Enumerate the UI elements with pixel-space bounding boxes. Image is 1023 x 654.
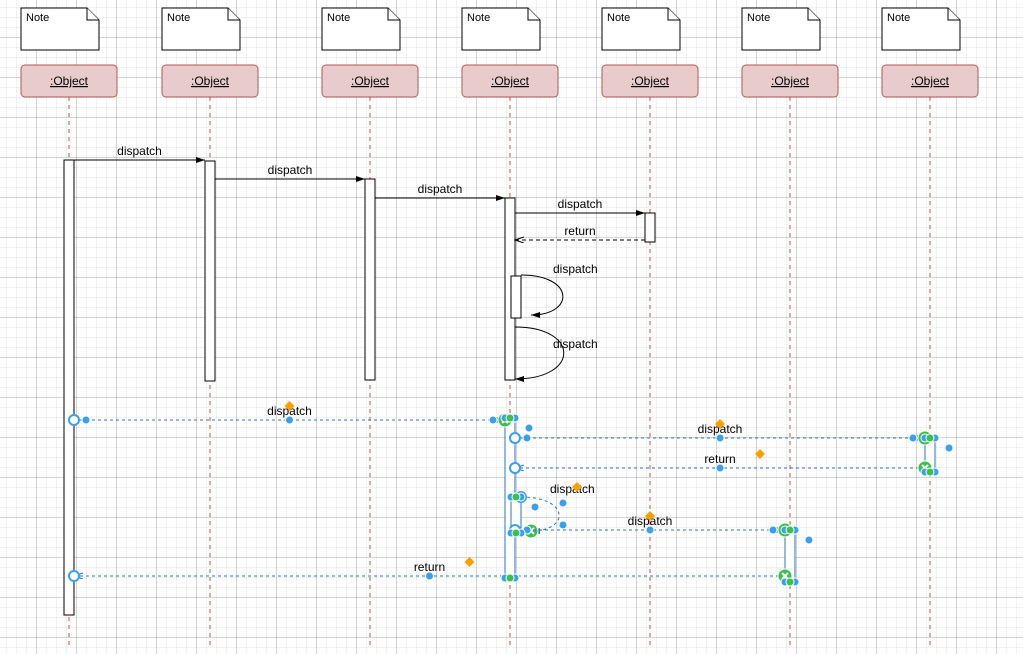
- endpoint-circle[interactable]: [69, 571, 79, 581]
- waypoint-diamond[interactable]: [465, 557, 475, 567]
- selection-handle[interactable]: [506, 574, 514, 582]
- activation-bar[interactable]: [511, 276, 521, 318]
- selection-handle[interactable]: [769, 526, 777, 534]
- object-label: :Object: [771, 74, 810, 88]
- message-label: dispatch: [418, 182, 463, 196]
- endpoint-circle[interactable]: [510, 463, 520, 473]
- selection-handle[interactable]: [945, 444, 953, 452]
- selection-handle[interactable]: [525, 424, 533, 432]
- activation-bar[interactable]: [365, 179, 375, 380]
- message-label: dispatch: [558, 197, 603, 211]
- message-label: dispatch: [550, 482, 595, 496]
- note-text: Note: [607, 12, 630, 24]
- object-label: :Object: [191, 74, 230, 88]
- selection-handle[interactable]: [559, 521, 567, 529]
- diagram-svg[interactable]: Note :Object Note :Object Note :Object Note :Ob…: [0, 0, 1023, 654]
- selection-handle[interactable]: [805, 536, 813, 544]
- message-label: dispatch: [117, 144, 162, 158]
- selection-handle[interactable]: [82, 416, 90, 424]
- endpoint-circle[interactable]: [510, 433, 520, 443]
- object-label: :Object: [491, 74, 530, 88]
- note-text: Note: [887, 12, 910, 24]
- waypoint-diamond[interactable]: [755, 449, 765, 459]
- selection-handle[interactable]: [786, 526, 794, 534]
- note-text: Note: [167, 12, 190, 24]
- message-self[interactable]: [521, 275, 563, 315]
- selection-handle[interactable]: [512, 529, 520, 537]
- selection-handle[interactable]: [926, 434, 934, 442]
- selection-handle[interactable]: [489, 416, 497, 424]
- note-text: Note: [747, 12, 770, 24]
- object-label: :Object: [351, 74, 390, 88]
- selection-handle[interactable]: [506, 414, 514, 422]
- selection-handle[interactable]: [512, 493, 520, 501]
- selection-handle[interactable]: [559, 499, 567, 507]
- selection-handle[interactable]: [646, 526, 654, 534]
- object-label: :Object: [911, 74, 950, 88]
- activation-bar[interactable]: [64, 160, 74, 615]
- message-self[interactable]: [515, 327, 564, 379]
- endpoint-circle[interactable]: [69, 415, 79, 425]
- selection-handle[interactable]: [786, 578, 794, 586]
- selection-handle[interactable]: [426, 572, 434, 580]
- object-label: :Object: [631, 74, 670, 88]
- selection-handle[interactable]: [716, 464, 724, 472]
- message-label: return: [564, 224, 595, 238]
- selection-handle[interactable]: [909, 434, 917, 442]
- selection-handle[interactable]: [531, 503, 539, 511]
- message-label: dispatch: [553, 262, 598, 276]
- note-text: Note: [467, 12, 490, 24]
- selection-handle[interactable]: [716, 434, 724, 442]
- object-label: :Object: [50, 74, 89, 88]
- selection-handle[interactable]: [286, 416, 294, 424]
- activation-bar[interactable]: [205, 161, 215, 381]
- note-text: Note: [327, 12, 350, 24]
- selection-handle[interactable]: [523, 434, 531, 442]
- selection-handle[interactable]: [926, 468, 934, 476]
- note-text: Note: [26, 12, 49, 24]
- activation-bar[interactable]: [645, 213, 655, 242]
- message-label: dispatch: [268, 163, 313, 177]
- message-label: dispatch: [553, 337, 598, 351]
